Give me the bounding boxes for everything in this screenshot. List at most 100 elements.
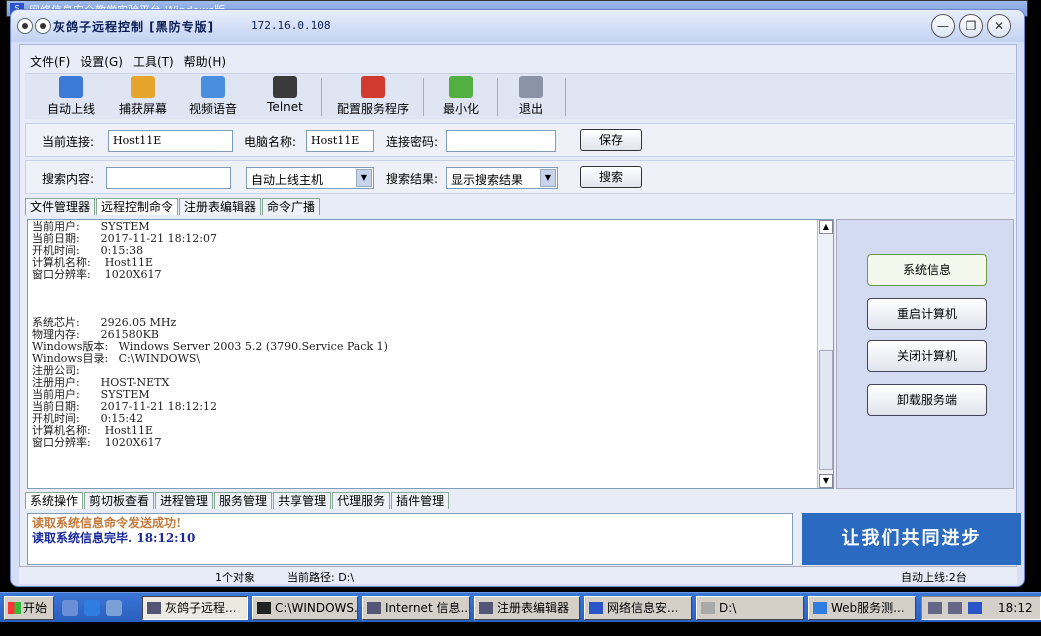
search-button[interactable]: 搜索	[580, 166, 642, 188]
scroll-up-icon[interactable]: ▲	[819, 220, 833, 234]
exit-button[interactable]: 退出	[503, 76, 559, 118]
taskbar-label: C:\WINDOWS...	[275, 601, 358, 615]
config-service-button[interactable]: 配置服务程序	[331, 76, 415, 118]
rollup-icon[interactable]	[35, 18, 51, 34]
taskbar-label: Internet 信息...	[385, 601, 470, 615]
scroll-thumb[interactable]	[819, 350, 833, 470]
minimize-icon	[449, 76, 473, 98]
auto-online-icon	[59, 76, 83, 98]
menu-tools[interactable]: 工具(T)	[133, 50, 174, 70]
connection-bar: 当前连接: Host11E 电脑名称: Host11E 连接密码: 保存	[25, 123, 1015, 157]
system-info-log[interactable]: 当前用户: SYSTEM 当前日期: 2017-11-21 18:12:07 开…	[27, 219, 834, 489]
tab-process[interactable]: 进程管理	[155, 492, 214, 509]
shutdown-button[interactable]: 关闭计算机	[867, 340, 987, 372]
menu-help[interactable]: 帮助(H)	[184, 50, 226, 70]
system-info-button[interactable]: 系统信息	[867, 254, 987, 286]
tab-clipboard[interactable]: 剪切板查看	[84, 492, 155, 509]
desktop: S 网络信息安全教学实验平台-Windows版 灰鸽子远程控制 [黑防专版] 1…	[0, 0, 1041, 636]
exit-icon	[519, 76, 543, 98]
tray-icon[interactable]	[928, 602, 942, 614]
app-icon	[147, 602, 161, 614]
toolbar-divider	[321, 78, 322, 116]
cmd-icon	[257, 602, 271, 614]
desktop-icon[interactable]	[62, 600, 78, 616]
tab-remote-command[interactable]: 远程控制命令	[96, 198, 179, 215]
tab-file-manager[interactable]: 文件管理器	[25, 198, 96, 215]
taskbar-item[interactable]: 网络信息安...	[584, 596, 692, 620]
search-type-select[interactable]: 自动上线主机 ▼	[246, 167, 374, 189]
capture-screen-button[interactable]: 捕获屏幕	[115, 76, 171, 118]
uninstall-server-button[interactable]: 卸载服务端	[867, 384, 987, 416]
tab-proxy[interactable]: 代理服务	[332, 492, 391, 509]
tab-share[interactable]: 共享管理	[273, 492, 332, 509]
current-connection-field[interactable]: Host11E	[108, 130, 233, 152]
menu-bar: 文件(F) 设置(G) 工具(T) 帮助(H)	[30, 50, 226, 70]
toolbar-divider	[497, 78, 498, 116]
tray-icon[interactable]	[948, 602, 962, 614]
toolbar-label: 捕获屏幕	[118, 102, 167, 116]
tab-broadcast[interactable]: 命令广播	[262, 198, 321, 215]
auto-online-button[interactable]: 自动上线	[43, 76, 99, 118]
registry-icon	[479, 602, 493, 614]
menu-file[interactable]: 文件(F)	[30, 50, 70, 70]
search-content-label: 搜索内容:	[42, 172, 95, 186]
chevron-down-icon: ▼	[540, 169, 556, 187]
minimize-button[interactable]: —	[931, 14, 955, 38]
minimize-tool-button[interactable]: 最小化	[433, 76, 489, 118]
close-button[interactable]: ✕	[987, 14, 1011, 38]
online-count: 自动上线:2台	[901, 571, 967, 584]
status-bar: 1个对象 当前路径: D:\ 自动上线:2台	[19, 566, 1017, 584]
toolbar-label: 配置服务程序	[336, 102, 409, 116]
tab-registry-editor[interactable]: 注册表编辑器	[179, 198, 262, 215]
video-voice-button[interactable]: 视频语音	[185, 76, 241, 118]
pc-name-label: 电脑名称:	[244, 135, 297, 149]
log-text: 当前用户: SYSTEM 当前日期: 2017-11-21 18:12:07 开…	[32, 220, 388, 449]
tab-system-ops[interactable]: 系统操作	[25, 492, 84, 509]
taskbar-item[interactable]: 灰鸽子远程...	[142, 596, 248, 620]
maximize-button[interactable]: ❐	[959, 14, 983, 38]
search-type-value: 自动上线主机	[251, 173, 324, 187]
status-line: 读取系统信息命令发送成功!	[32, 516, 182, 530]
tray-icon[interactable]	[968, 602, 982, 614]
toolbar-label: 自动上线	[46, 102, 95, 116]
password-label: 连接密码:	[386, 135, 439, 149]
iis-icon	[367, 602, 381, 614]
window-menu-icon[interactable]	[17, 18, 33, 34]
start-button[interactable]: 开始	[4, 596, 54, 620]
object-count: 1个对象	[215, 571, 255, 584]
drive-icon	[701, 602, 715, 614]
explorer-icon[interactable]	[106, 600, 122, 616]
bottom-tab-bar: 系统操作 剪切板查看 进程管理 服务管理 共享管理 代理服务 插件管理	[25, 492, 450, 509]
ie-icon[interactable]	[84, 600, 100, 616]
window-titlebar: 灰鸽子远程控制 [黑防专版] 172.16.0.108 — ❐ ✕	[11, 10, 1024, 42]
taskbar-item[interactable]: D:\	[696, 596, 804, 620]
config-service-icon	[361, 76, 385, 98]
current-path: 当前路径: D:\	[287, 571, 355, 584]
taskbar-item[interactable]: C:\WINDOWS...	[252, 596, 358, 620]
toolbar-label: 退出	[518, 102, 543, 116]
save-button[interactable]: 保存	[580, 129, 642, 151]
menu-settings[interactable]: 设置(G)	[80, 50, 123, 70]
taskbar-item[interactable]: Internet 信息...	[362, 596, 470, 620]
taskbar-item[interactable]: 注册表编辑器	[474, 596, 580, 620]
search-result-label: 搜索结果:	[386, 172, 439, 186]
taskbar-item[interactable]: Web服务测...	[808, 596, 916, 620]
scroll-down-icon[interactable]: ▼	[819, 474, 833, 488]
status-line: 读取系统信息完毕. 18:12:10	[32, 531, 196, 545]
log-scrollbar[interactable]: ▲ ▼	[817, 220, 833, 488]
toolbar-label: 视频语音	[188, 102, 237, 116]
password-field[interactable]	[446, 130, 556, 152]
search-result-value: 显示搜索结果	[451, 173, 524, 187]
current-connection-label: 当前连接:	[42, 135, 95, 149]
tab-service[interactable]: 服务管理	[214, 492, 273, 509]
browser-icon	[813, 602, 827, 614]
search-result-select[interactable]: 显示搜索结果 ▼	[446, 167, 558, 189]
slogan-banner: 让我们共同进步	[802, 513, 1021, 565]
tab-plugin[interactable]: 插件管理	[391, 492, 450, 509]
telnet-button[interactable]: Telnet	[257, 76, 313, 118]
pc-name-field[interactable]: Host11E	[306, 130, 374, 152]
window-ip: 172.16.0.108	[251, 19, 331, 32]
search-input[interactable]	[106, 167, 231, 189]
top-tab-bar: 文件管理器 远程控制命令 注册表编辑器 命令广播	[25, 198, 321, 215]
restart-button[interactable]: 重启计算机	[867, 298, 987, 330]
